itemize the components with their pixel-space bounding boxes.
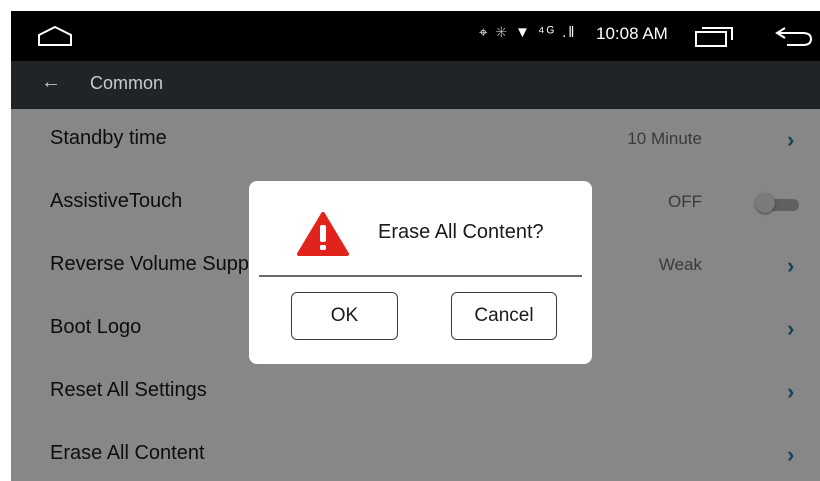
ok-button[interactable]: OK xyxy=(291,292,398,340)
status-bar: ⌖ ✳ ▼ ⁴ᴳ .‖ 10:08 AM xyxy=(11,11,820,61)
recent-apps-icon[interactable] xyxy=(694,26,734,48)
home-icon[interactable] xyxy=(37,25,73,47)
android-screen: ⌖ ✳ ▼ ⁴ᴳ .‖ 10:08 AM ← Common Standby ti… xyxy=(11,11,820,481)
back-nav-icon[interactable] xyxy=(775,24,813,48)
cancel-button[interactable]: Cancel xyxy=(451,292,557,340)
warning-icon xyxy=(297,212,349,256)
dialog-divider xyxy=(259,275,582,277)
status-icons: ⌖ ✳ ▼ ⁴ᴳ .‖ xyxy=(479,24,577,41)
page-title: Common xyxy=(90,73,164,93)
title-bar: ← Common xyxy=(11,61,820,109)
dialog-message: Erase All Content? xyxy=(378,221,544,243)
confirm-dialog: Erase All Content? OK Cancel xyxy=(249,181,592,364)
back-arrow-icon[interactable]: ← xyxy=(41,71,61,94)
clock: 10:08 AM xyxy=(596,24,668,43)
